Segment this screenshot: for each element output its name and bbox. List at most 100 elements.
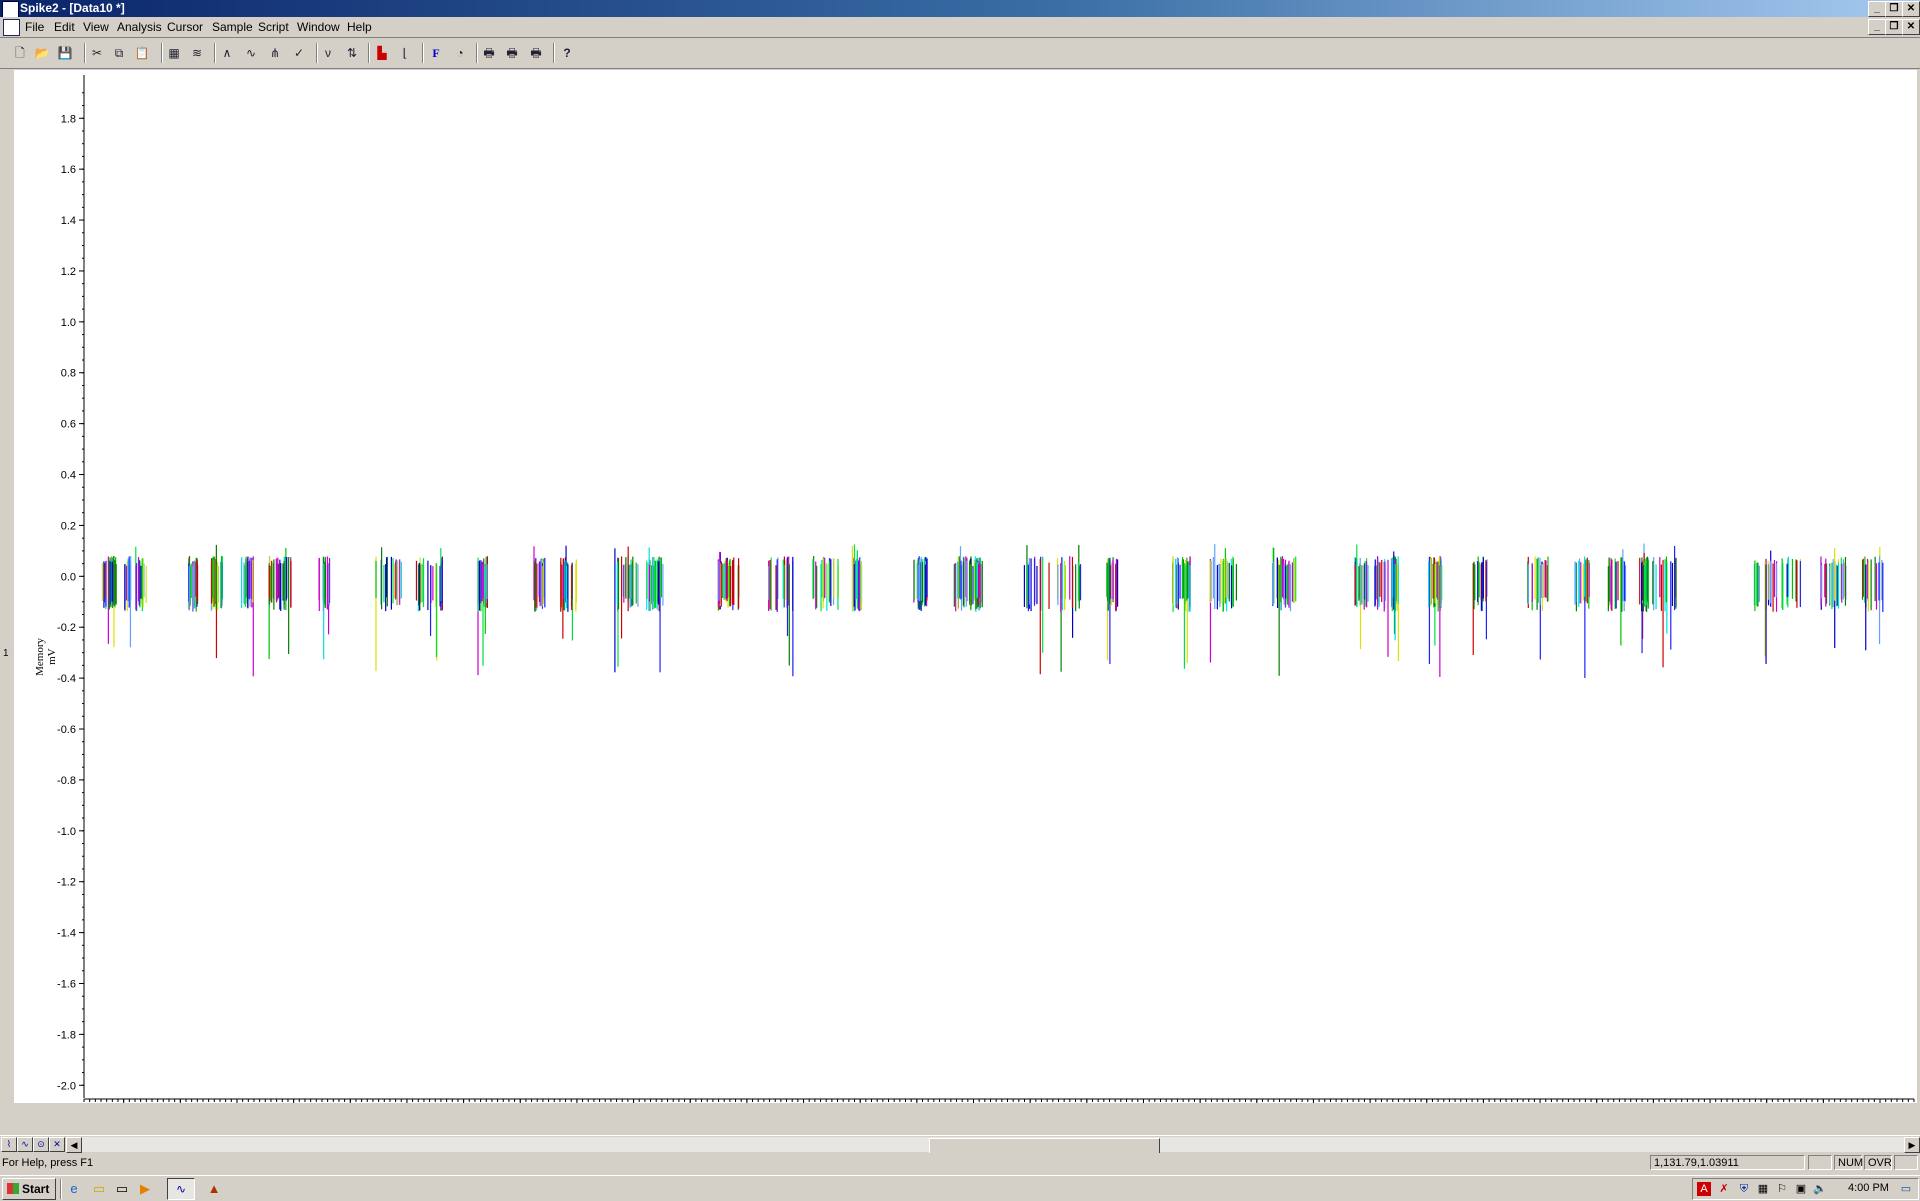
- cut-icon[interactable]: ✂: [88, 44, 106, 62]
- doc-minimize-button[interactable]: _: [1868, 19, 1886, 35]
- toolbar-separator: [476, 43, 478, 63]
- toolbar-separator: [161, 43, 163, 63]
- menu-sample[interactable]: Sample: [212, 20, 253, 34]
- cursor-icon[interactable]: ν: [319, 44, 337, 62]
- menu-script[interactable]: Script: [258, 20, 289, 34]
- y-tick-label: -0.6: [57, 724, 76, 736]
- copy-icon[interactable]: ⧉: [110, 44, 128, 62]
- y-tick-label: 0.4: [61, 470, 76, 482]
- toolbar-separator: [84, 43, 86, 63]
- y-tick-label: -1.2: [57, 877, 76, 889]
- waveform-average-icon[interactable]: ∧: [218, 44, 236, 62]
- y-tick-label: 0.2: [61, 520, 76, 532]
- y-tick-label: -1.8: [57, 1029, 76, 1041]
- menu-file[interactable]: File: [25, 20, 44, 34]
- edit-wavemark-icon[interactable]: ✓: [290, 44, 308, 62]
- internet-explorer-icon[interactable]: e: [65, 1180, 83, 1198]
- show-desktop-tray-icon[interactable]: ▭: [1899, 1182, 1913, 1196]
- menu-help[interactable]: Help: [347, 20, 372, 34]
- document-system-menu-icon[interactable]: [3, 19, 20, 36]
- y-tick-label: -1.6: [57, 978, 76, 990]
- y-tick-label: 1.2: [61, 266, 76, 278]
- status-bar: For Help, press F1 1,131.79,1.03911 NUM …: [0, 1153, 1920, 1173]
- save-icon[interactable]: 💾: [56, 44, 74, 62]
- menu-view[interactable]: View: [83, 20, 109, 34]
- title-bar: Spike2 - [Data10 *] _ ❐ ✕: [0, 0, 1920, 18]
- menu-analysis[interactable]: Analysis: [117, 20, 162, 34]
- explorer-folder-icon[interactable]: ▭: [90, 1180, 108, 1198]
- y-tick-label: 1.6: [61, 164, 76, 176]
- xy-view-icon[interactable]: ✕: [49, 1137, 65, 1152]
- toolbar-separator: [553, 43, 555, 63]
- acrobat-icon[interactable]: A: [1697, 1182, 1711, 1196]
- doc-restore-button[interactable]: ❐: [1885, 19, 1903, 35]
- print-setup-icon[interactable]: 🖶: [527, 44, 545, 62]
- horizontal-scroll-track[interactable]: [82, 1137, 1904, 1154]
- spike2-app-icon[interactable]: [2, 1, 19, 18]
- windows-flag-icon: [7, 1183, 19, 1194]
- scroll-right-arrow-icon[interactable]: ▶: [1904, 1137, 1920, 1153]
- status-coordinates: 1,131.79,1.03911: [1650, 1155, 1805, 1170]
- restore-button[interactable]: ❐: [1885, 1, 1903, 17]
- toolbar-separator: [316, 43, 318, 63]
- waveform-view-icon[interactable]: ⌇: [1, 1137, 17, 1152]
- help-icon[interactable]: ?: [558, 44, 576, 62]
- template-icon[interactable]: ⋔: [266, 44, 284, 62]
- y-tick-label: -0.2: [57, 622, 76, 634]
- toolbar: 🗋 📂 💾 ✂ ⧉ 📋 ▦ ≋ ∧ ∿ ⋔ ✓ ν ⇅ ▙ ⌊ F ◔ 🖶 🖶 …: [0, 38, 1920, 69]
- open-folder-icon[interactable]: 📂: [33, 44, 51, 62]
- channel-list-icon[interactable]: ≋: [188, 44, 206, 62]
- start-button[interactable]: Start: [2, 1178, 56, 1200]
- show-desktop-icon[interactable]: ▭: [113, 1180, 131, 1198]
- print-icon[interactable]: 🖶: [480, 44, 498, 62]
- toolbar-separator: [422, 43, 424, 63]
- start-label: Start: [22, 1182, 50, 1196]
- y-tick-label: 1.4: [61, 215, 76, 227]
- channel-number[interactable]: 1: [3, 648, 9, 659]
- matlab-icon[interactable]: ▲: [205, 1180, 223, 1198]
- menu-bar: File Edit View Analysis Cursor Sample Sc…: [0, 17, 1920, 38]
- close-button[interactable]: ✕: [1902, 1, 1920, 17]
- x-scrollbar-bar: ⌇ ∿ ⊙ ✕ ◀ ▶: [0, 1135, 1920, 1154]
- result-view-icon[interactable]: ⌊: [396, 44, 414, 62]
- security-shield-icon[interactable]: ⛨: [1737, 1182, 1751, 1196]
- menu-cursor[interactable]: Cursor: [167, 20, 203, 34]
- new-file-icon[interactable]: 🗋: [11, 44, 29, 62]
- channel-view-icon[interactable]: ∿: [17, 1137, 33, 1152]
- y-tick-label: 0.8: [61, 368, 76, 380]
- volume-icon[interactable]: 🔈: [1813, 1182, 1827, 1196]
- y-tick-label: -0.8: [57, 775, 76, 787]
- toolbar-separator: [214, 43, 216, 63]
- time-view-plot[interactable]: Memory mV 1.8 1.6 1.4 1.2 1.0 0.8 0.6 0.4 0.2 0.0…: [14, 70, 1917, 1103]
- cursor-values-icon[interactable]: ⇅: [343, 44, 361, 62]
- menu-window[interactable]: Window: [297, 20, 340, 34]
- print-preview-icon[interactable]: 🖶: [503, 44, 521, 62]
- spike2-task-button[interactable]: ∿: [167, 1178, 195, 1200]
- analysis-icon[interactable]: ◔: [451, 44, 469, 62]
- system-tray: A ✗ ⛨ ▦ ⚐ ▣ 🔈 4:00 PM ▭: [1692, 1178, 1919, 1200]
- horizontal-scroll-thumb[interactable]: [929, 1138, 1160, 1154]
- minimize-button[interactable]: _: [1868, 1, 1886, 17]
- adobe-reader-icon[interactable]: ✗: [1717, 1182, 1731, 1196]
- network-icon[interactable]: ▣: [1794, 1182, 1808, 1196]
- function-icon[interactable]: F: [427, 44, 445, 62]
- display-icon[interactable]: ▦: [1756, 1182, 1770, 1196]
- status-ovr: OVR: [1864, 1155, 1892, 1170]
- sampling-config-icon[interactable]: ▦: [165, 44, 183, 62]
- channel-gutter[interactable]: 1: [0, 70, 15, 1103]
- menu-edit[interactable]: Edit: [54, 20, 75, 34]
- zoom-view-icon[interactable]: ⊙: [33, 1137, 49, 1152]
- doc-close-button[interactable]: ✕: [1902, 19, 1920, 35]
- action-center-flag-icon[interactable]: ⚐: [1775, 1182, 1789, 1196]
- paste-icon[interactable]: 📋: [133, 44, 151, 62]
- window-title: Spike2 - [Data10 *]: [20, 1, 125, 15]
- y-tick-label: -1.4: [57, 928, 76, 940]
- scroll-left-arrow-icon[interactable]: ◀: [66, 1137, 82, 1153]
- histogram-icon[interactable]: ▙: [373, 44, 391, 62]
- spike-shape-icon[interactable]: ∿: [242, 44, 260, 62]
- media-player-icon[interactable]: ▶: [136, 1180, 154, 1198]
- status-scrl-pane: [1894, 1155, 1918, 1170]
- toolbar-separator: [368, 43, 370, 63]
- y-tick-label: 1.0: [61, 317, 76, 329]
- spike-chart[interactable]: 1.8 1.6 1.4 1.2 1.0 0.8 0.6 0.4 0.2 0.0 -0.2 -0.4 -0…: [14, 70, 1917, 1103]
